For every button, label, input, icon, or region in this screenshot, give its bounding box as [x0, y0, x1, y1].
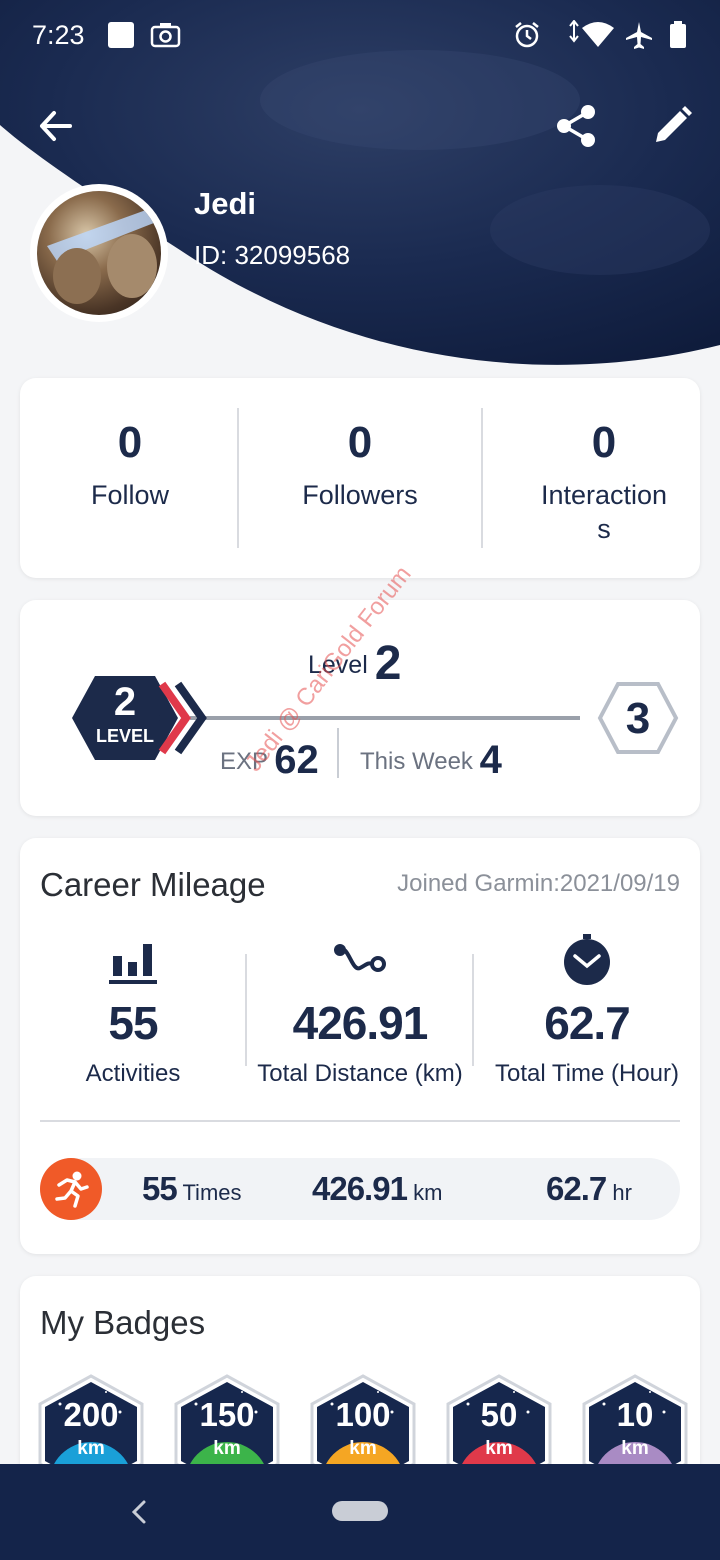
status-time: 7:23: [32, 20, 85, 50]
badge-value: 10: [616, 1396, 654, 1433]
badge-value: 100: [335, 1396, 391, 1433]
alarm-icon: [512, 20, 542, 50]
profile-id: ID: 32099568: [194, 240, 351, 270]
run-distance: 426.91 km: [312, 1170, 442, 1208]
edit-button[interactable]: [646, 100, 698, 152]
activities-value: 55: [108, 997, 158, 1049]
interactions-stat[interactable]: 0 Interaction s: [494, 378, 714, 578]
time-stat: 62.7 Total Time (Hour): [474, 934, 700, 1088]
run-times-unit: Times: [182, 1180, 242, 1205]
time-value: 62.7: [544, 997, 631, 1049]
nav-home-button[interactable]: [332, 1501, 388, 1521]
week-value: 4: [479, 738, 502, 782]
back-button[interactable]: [30, 100, 82, 152]
current-level-number: 2: [113, 680, 137, 724]
battery-icon: [664, 20, 694, 50]
badge-unit: km: [349, 1438, 377, 1459]
run-time: 62.7 hr: [546, 1170, 632, 1208]
followers-count: 0: [347, 418, 373, 467]
activities-label: Activities: [85, 1060, 181, 1087]
career-mileage-card[interactable]: Career Mileage Joined Garmin:2021/09/19 …: [20, 838, 700, 1254]
airplane-icon: [624, 20, 654, 50]
social-stats-card: 0 Follow 0 Followers 0 Interaction s: [20, 378, 700, 578]
divider: [481, 408, 483, 548]
arrow-left-icon: [40, 111, 72, 141]
follow-stat[interactable]: 0 Follow: [20, 378, 240, 578]
joined-date: Joined Garmin:2021/09/19: [397, 870, 680, 897]
notification-square-icon: [106, 20, 136, 50]
run-times: 55 Times: [142, 1170, 242, 1208]
badge-unit: km: [77, 1438, 105, 1459]
badge-unit: km: [213, 1438, 241, 1459]
nav-back-button[interactable]: [124, 1494, 154, 1530]
badge-unit: km: [485, 1438, 513, 1459]
divider: [40, 1120, 680, 1122]
route-icon: [334, 944, 386, 972]
badge-unit: km: [621, 1438, 649, 1459]
share-icon: [557, 105, 595, 147]
running-icon: [40, 1158, 102, 1220]
badge-value: 200: [63, 1396, 119, 1433]
running-summary-row[interactable]: 55 Times 426.91 km 62.7 hr: [40, 1158, 680, 1220]
pencil-icon: [656, 106, 692, 142]
followers-stat[interactable]: 0 Followers: [250, 378, 470, 578]
current-level-word: LEVEL: [95, 726, 154, 746]
chevron-left-icon: [131, 1500, 146, 1524]
bar-chart-icon: [109, 944, 157, 984]
time-label: Total Time (Hour): [494, 1060, 680, 1087]
clock-icon: [564, 934, 610, 985]
badge-value: 50: [480, 1396, 518, 1433]
profile-name: Jedi: [194, 186, 257, 221]
run-distance-unit: km: [413, 1180, 443, 1205]
run-distance-value: 426.91: [312, 1170, 408, 1207]
wifi-icon: [566, 19, 616, 50]
run-times-value: 55: [142, 1170, 178, 1207]
follow-count: 0: [117, 418, 143, 467]
next-level-number: 3: [625, 694, 651, 743]
week-label: This Week: [360, 748, 473, 775]
share-button[interactable]: [550, 100, 602, 152]
camera-icon: [150, 20, 181, 50]
interactions-count: 0: [591, 418, 617, 467]
distance-label: Total Distance (km): [257, 1060, 463, 1087]
interactions-label: Interaction s: [540, 480, 668, 544]
followers-label: Followers: [302, 480, 418, 510]
activities-stat: 55 Activities: [20, 934, 246, 1088]
run-time-unit: hr: [612, 1180, 632, 1205]
divider: [237, 408, 239, 548]
distance-value: 426.91: [292, 997, 429, 1049]
badges-title: My Badges: [40, 1304, 206, 1341]
avatar[interactable]: [30, 184, 168, 322]
career-title: Career Mileage: [40, 866, 266, 903]
badge-value: 150: [199, 1396, 255, 1433]
week-stat: This Week 4: [360, 738, 502, 783]
follow-label: Follow: [90, 480, 170, 510]
status-bar: 7:23: [0, 0, 720, 72]
run-time-value: 62.7: [546, 1170, 607, 1207]
distance-stat: 426.91 Total Distance (km): [247, 934, 473, 1088]
